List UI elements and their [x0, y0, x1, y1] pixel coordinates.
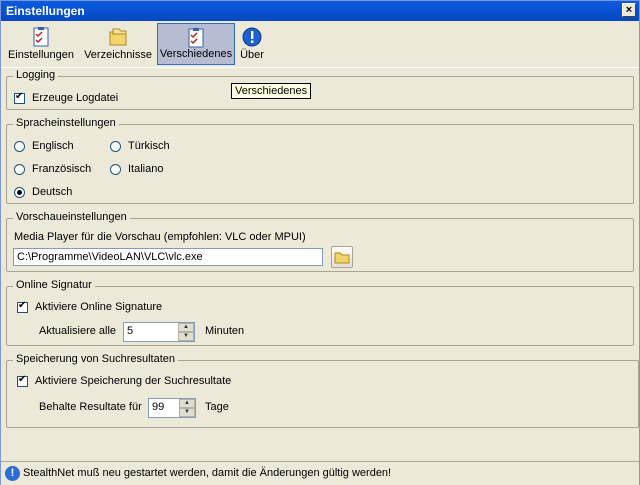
keep-value: 99 [152, 401, 165, 413]
online-signature-label: Aktiviere Online Signature [35, 301, 163, 313]
group-legend: Spracheinstellungen [13, 117, 119, 129]
radio-label: Deutsch [32, 186, 73, 198]
player-path-input[interactable]: C:\Programme\VideoLAN\VLC\vlc.exe [13, 248, 323, 266]
radio-deutsch[interactable] [14, 187, 25, 198]
keep-days-stepper[interactable]: 99 ▲ ▼ [148, 398, 196, 418]
radio-tuerkisch[interactable] [110, 141, 121, 152]
browse-button[interactable] [331, 246, 353, 268]
stepper-up-button[interactable]: ▲ [179, 399, 195, 408]
title-bar[interactable]: Einstellungen × [1, 1, 639, 21]
tab-label: Über [240, 49, 264, 61]
refresh-interval-stepper[interactable]: 5 ▲ ▼ [123, 322, 195, 342]
tab-einstellungen[interactable]: Einstellungen [5, 23, 77, 65]
create-log-checkbox[interactable] [14, 91, 25, 104]
radio-italiano[interactable] [110, 164, 121, 175]
info-icon [242, 27, 262, 47]
tab-label: Einstellungen [7, 49, 75, 61]
toolbar: Einstellungen Verzeichnisse Verschiedene… [1, 21, 639, 67]
group-legend: Logging [13, 69, 59, 81]
keep-results-label: Behalte Resultate für [39, 401, 142, 413]
group-legend: Vorschaueinstellungen [13, 211, 130, 223]
keep-unit: Tage [205, 401, 229, 413]
save-results-label: Aktiviere Speicherung der Suchresultate [35, 375, 232, 387]
language-group: Spracheinstellungen Englisch Türkisch Fr… [6, 117, 634, 204]
close-button[interactable]: × [622, 3, 636, 17]
group-legend: Online Signatur [13, 279, 95, 291]
create-log-label: Erzeuge Logdatei [32, 92, 119, 104]
online-signature-checkbox[interactable] [17, 300, 28, 313]
tab-label: Verzeichnisse [84, 49, 152, 61]
checklist-icon [188, 28, 204, 48]
player-label: Media Player für die Vorschau (empfohlen… [14, 231, 306, 243]
radio-label: Englisch [32, 140, 74, 152]
tab-ueber[interactable]: Über [237, 23, 267, 65]
logging-group: Logging Erzeuge Logdatei [6, 69, 634, 110]
preview-group: Vorschaueinstellungen Media Player für d… [6, 211, 634, 272]
tooltip: Verschiedenes [231, 83, 312, 99]
save-results-checkbox[interactable] [17, 374, 28, 387]
window-title: Einstellungen [6, 4, 85, 18]
search-results-group: Speicherung von Suchresultaten Aktiviere… [6, 353, 639, 428]
refresh-label: Aktualisiere alle [39, 325, 117, 337]
refresh-value: 5 [127, 325, 134, 337]
status-bar: ! StealthNet muß neu gestartet werden, d… [1, 461, 639, 485]
stepper-down-button[interactable]: ▼ [178, 332, 194, 341]
settings-content: Logging Erzeuge Logdatei Spracheinstellu… [1, 67, 639, 461]
status-message: StealthNet muß neu gestartet werden, dam… [23, 467, 392, 479]
radio-englisch[interactable] [14, 141, 25, 152]
group-legend: Speicherung von Suchresultaten [13, 353, 178, 365]
checklist-icon [33, 27, 49, 47]
radio-label: Französisch [32, 163, 92, 175]
tab-verzeichnisse[interactable]: Verzeichnisse [81, 23, 155, 65]
folders-icon [109, 28, 127, 46]
radio-label: Türkisch [128, 140, 170, 152]
tab-verschiedenes[interactable]: Verschiedenes [157, 23, 235, 65]
settings-window: Einstellungen × Einstellungen Verzeichni… [0, 0, 640, 485]
radio-label: Italiano [128, 163, 164, 175]
stepper-down-button[interactable]: ▼ [179, 408, 195, 417]
stepper-up-button[interactable]: ▲ [178, 323, 194, 332]
refresh-unit: Minuten [205, 325, 245, 337]
online-signature-group: Online Signatur Aktiviere Online Signatu… [6, 279, 634, 346]
tab-label: Verschiedenes [159, 48, 233, 60]
radio-franzoesisch[interactable] [14, 164, 25, 175]
info-icon: ! [5, 466, 20, 481]
folder-icon [334, 252, 350, 264]
